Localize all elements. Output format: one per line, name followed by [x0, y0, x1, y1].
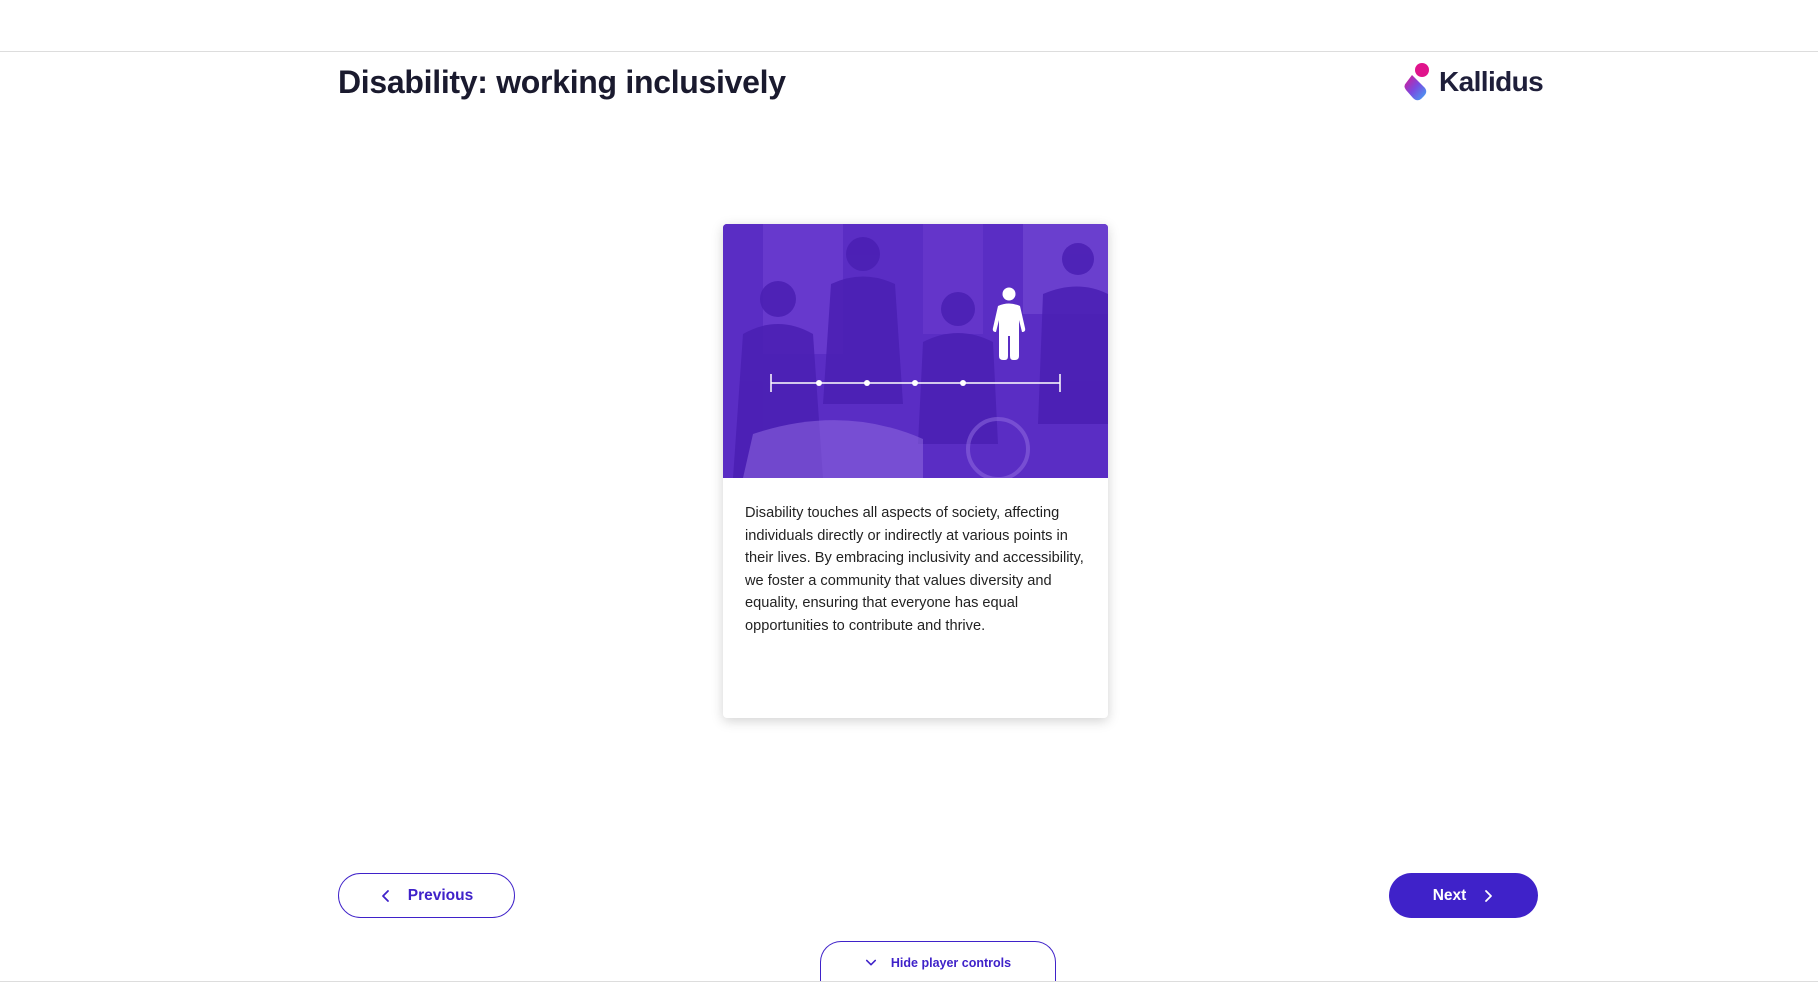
- brand-logo: Kallidus: [1403, 62, 1544, 102]
- card-image: [723, 224, 1108, 478]
- card-illustration: [723, 224, 1108, 478]
- kallidus-logo-icon: [1404, 63, 1429, 101]
- course-title: Disability: working inclusively: [338, 64, 786, 100]
- card-body-text: Disability touches all aspects of societ…: [745, 505, 1084, 634]
- content-card: Disability touches all aspects of societ…: [723, 224, 1108, 718]
- bottom-bar: [0, 981, 1818, 991]
- previous-button[interactable]: Previous: [338, 873, 515, 918]
- hide-player-controls-label: Hide player controls: [890, 955, 1012, 970]
- brand-name: Kallidus: [1439, 66, 1544, 97]
- chevron-right-icon: [1485, 889, 1493, 902]
- chevron-left-icon: [381, 889, 389, 902]
- next-button-label: Next: [1432, 886, 1467, 904]
- next-button[interactable]: Next: [1389, 873, 1538, 918]
- hide-player-controls-button[interactable]: Hide player controls: [820, 941, 1056, 983]
- top-bar: [0, 0, 1818, 52]
- previous-button-label: Previous: [407, 886, 474, 904]
- chevron-down-icon: [865, 959, 876, 965]
